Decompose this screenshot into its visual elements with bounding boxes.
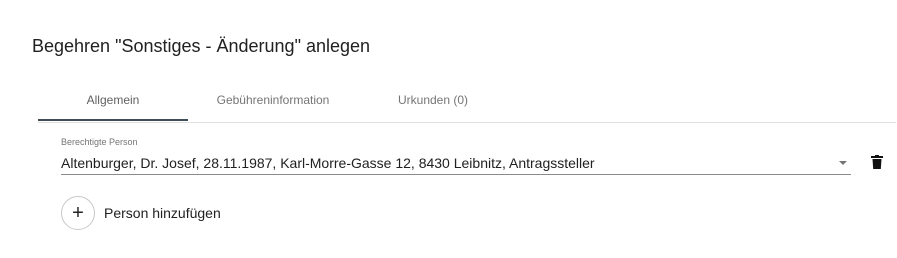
add-person-label: Person hinzufügen: [104, 205, 221, 221]
tab-allgemein[interactable]: Allgemein: [38, 80, 188, 120]
tab-urkunden[interactable]: Urkunden (0): [358, 80, 508, 120]
active-tab-indicator: [38, 119, 188, 121]
tab-bar: Allgemein Gebühreninformation Urkunden (…: [38, 80, 896, 123]
delete-person-button[interactable]: [866, 151, 888, 173]
field-value[interactable]: Altenburger, Dr. Josef, 28.11.1987, Karl…: [61, 155, 595, 171]
tab-gebuehreninformation[interactable]: Gebühreninformation: [188, 80, 358, 120]
page-title: Begehren "Sonstiges - Änderung" anlegen: [32, 36, 371, 56]
plus-icon[interactable]: +: [61, 196, 95, 230]
berechtigte-person-select[interactable]: Berechtigte Person Altenburger, Dr. Jose…: [61, 137, 851, 175]
add-person-button[interactable]: + Person hinzufügen: [61, 195, 221, 231]
trash-icon: [871, 155, 883, 169]
chevron-down-icon[interactable]: [839, 161, 847, 165]
field-underline: [61, 174, 851, 175]
field-label: Berechtigte Person: [61, 137, 138, 147]
